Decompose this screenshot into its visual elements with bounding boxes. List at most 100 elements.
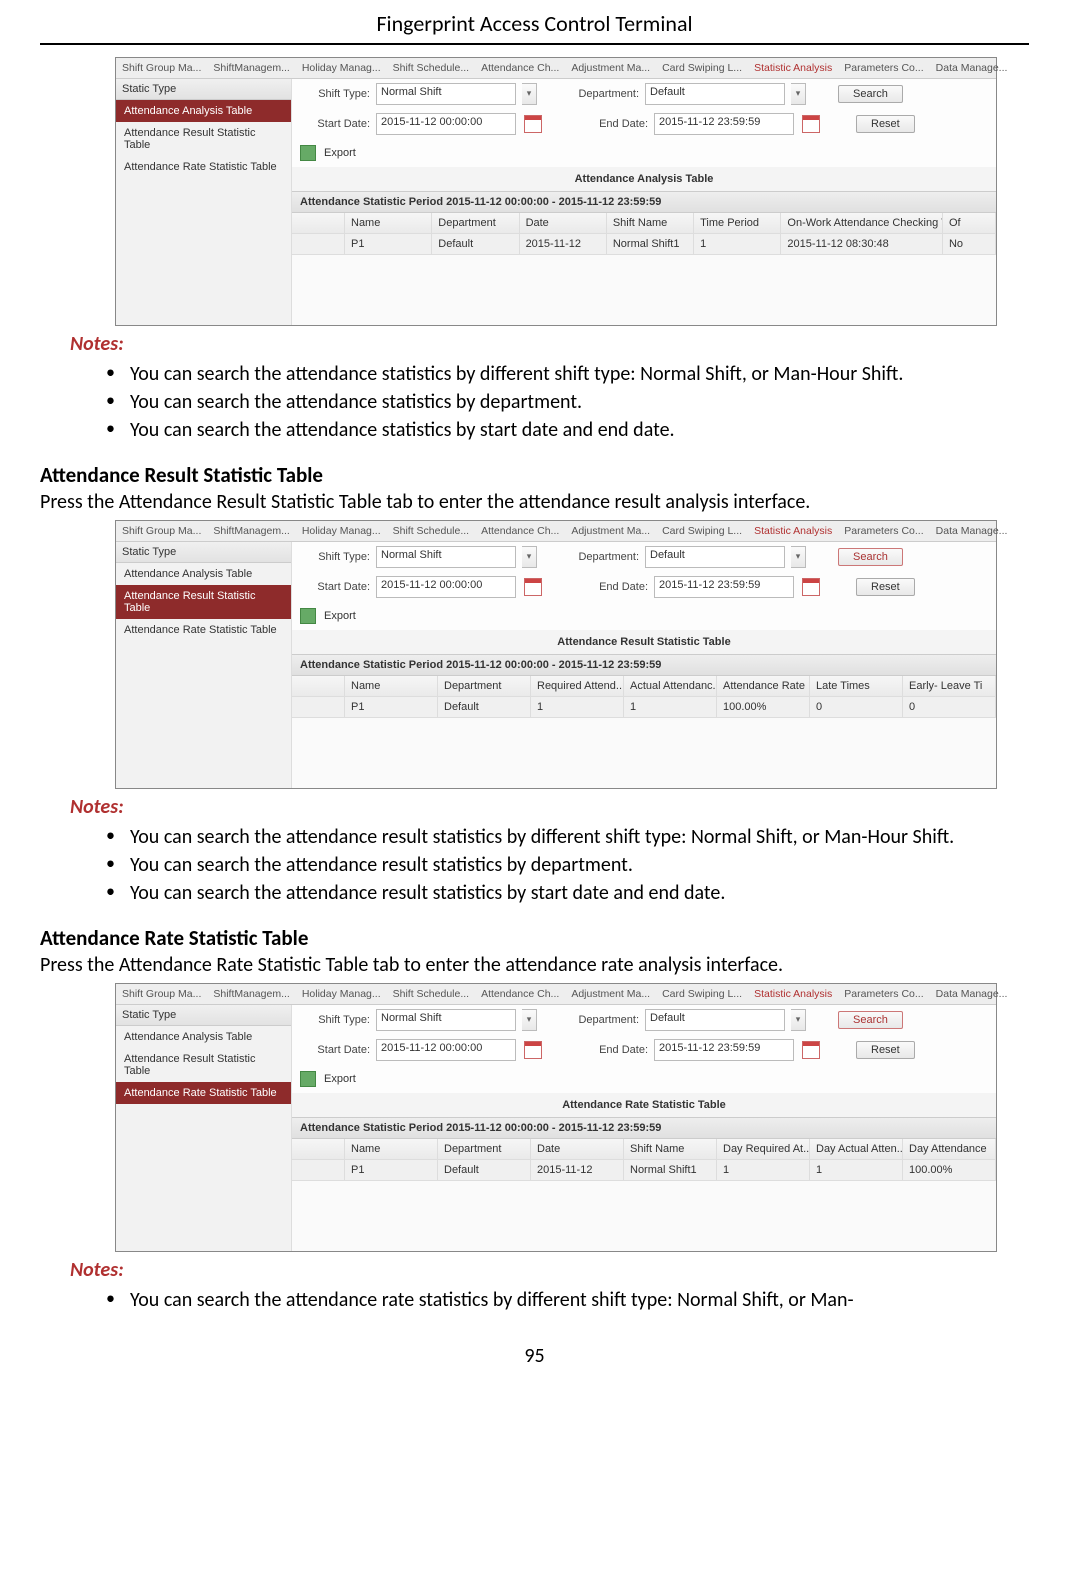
end-date-input[interactable]: 2015-11-12 23:59:59 (654, 1039, 794, 1061)
department-select[interactable]: Default (645, 546, 785, 568)
col-department: Department (438, 1139, 531, 1159)
department-select[interactable]: Default (645, 1009, 785, 1031)
export-button[interactable]: Export (320, 608, 360, 624)
end-date-input[interactable]: 2015-11-12 23:59:59 (654, 576, 794, 598)
tab-attendance-ch[interactable]: Attendance Ch... (475, 984, 565, 1004)
tab-shift-management[interactable]: ShiftManagem... (207, 984, 295, 1004)
tab-attendance-ch[interactable]: Attendance Ch... (475, 521, 565, 541)
tab-shift-schedule[interactable]: Shift Schedule... (387, 521, 475, 541)
tab-holiday[interactable]: Holiday Manag... (296, 521, 387, 541)
tab-card-swiping[interactable]: Card Swiping L... (656, 58, 748, 78)
tab-data-manage[interactable]: Data Manage... (930, 521, 1014, 541)
search-button[interactable]: Search (838, 1011, 903, 1029)
sidebar-item-rate[interactable]: Attendance Rate Statistic Table (116, 156, 291, 178)
sidebar-item-analysis[interactable]: Attendance Analysis Table (116, 1026, 291, 1048)
tab-data-manage[interactable]: Data Manage... (930, 58, 1014, 78)
chevron-down-icon[interactable]: ▾ (791, 1009, 806, 1031)
tab-shift-schedule[interactable]: Shift Schedule... (387, 58, 475, 78)
calendar-icon[interactable] (524, 578, 542, 596)
cell-name: P1 (345, 697, 438, 717)
screenshot-attendance-rate: Shift Group Ma... ShiftManagem... Holida… (115, 983, 997, 1252)
tab-card-swiping[interactable]: Card Swiping L... (656, 984, 748, 1004)
calendar-icon[interactable] (524, 1041, 542, 1059)
notes-list: You can search the attendance statistics… (100, 360, 989, 444)
department-select[interactable]: Default (645, 83, 785, 105)
tab-shift-group[interactable]: Shift Group Ma... (116, 521, 207, 541)
tab-parameters[interactable]: Parameters Co... (838, 984, 929, 1004)
tab-shift-group[interactable]: Shift Group Ma... (116, 984, 207, 1004)
tab-statistic-analysis[interactable]: Statistic Analysis (748, 984, 838, 1004)
search-button[interactable]: Search (838, 85, 903, 103)
shift-type-select[interactable]: Normal Shift (376, 1009, 516, 1031)
tab-holiday[interactable]: Holiday Manag... (296, 58, 387, 78)
end-date-input[interactable]: 2015-11-12 23:59:59 (654, 113, 794, 135)
end-date-label: End Date: (578, 581, 648, 593)
calendar-icon[interactable] (802, 1041, 820, 1059)
cell-department: Default (438, 697, 531, 717)
reset-button[interactable]: Reset (856, 578, 915, 596)
search-button[interactable]: Search (838, 548, 903, 566)
reset-button[interactable]: Reset (856, 115, 915, 133)
tab-shift-management[interactable]: ShiftManagem... (207, 58, 295, 78)
col-shift-name: Shift Name (624, 1139, 717, 1159)
section-heading: Attendance Result Statistic Table (40, 462, 1029, 488)
chevron-down-icon[interactable]: ▾ (522, 546, 537, 568)
calendar-icon[interactable] (802, 115, 820, 133)
reset-button[interactable]: Reset (856, 1041, 915, 1059)
start-date-input[interactable]: 2015-11-12 00:00:00 (376, 1039, 516, 1061)
cell-shift-name: Normal Shift1 (624, 1160, 717, 1180)
tab-card-swiping[interactable]: Card Swiping L... (656, 521, 748, 541)
tab-adjustment[interactable]: Adjustment Ma... (565, 984, 656, 1004)
col-department: Department (438, 676, 531, 696)
tab-bar: Shift Group Ma... ShiftManagem... Holida… (116, 984, 996, 1005)
tab-parameters[interactable]: Parameters Co... (838, 521, 929, 541)
tab-statistic-analysis[interactable]: Statistic Analysis (748, 521, 838, 541)
tab-adjustment[interactable]: Adjustment Ma... (565, 58, 656, 78)
table-row[interactable]: P1 Default 2015-11-12 Normal Shift1 1 1 … (292, 1160, 996, 1181)
sidebar-item-result[interactable]: Attendance Result Statistic Table (116, 585, 291, 619)
table-row[interactable]: P1 Default 1 1 100.00% 0 0 (292, 697, 996, 718)
table-row[interactable]: P1 Default 2015-11-12 Normal Shift1 1 20… (292, 234, 996, 255)
table-header-row: Name Department Required Attend... Actua… (292, 676, 996, 697)
col-rate: Attendance Rate (717, 676, 810, 696)
calendar-icon[interactable] (524, 115, 542, 133)
tab-statistic-analysis[interactable]: Statistic Analysis (748, 58, 838, 78)
tab-shift-group[interactable]: Shift Group Ma... (116, 58, 207, 78)
chevron-down-icon[interactable]: ▾ (791, 546, 806, 568)
start-date-input[interactable]: 2015-11-12 00:00:00 (376, 113, 516, 135)
start-date-input[interactable]: 2015-11-12 00:00:00 (376, 576, 516, 598)
sidebar: Static Type Attendance Analysis Table At… (116, 1005, 292, 1251)
sidebar-item-rate[interactable]: Attendance Rate Statistic Table (116, 1082, 291, 1104)
tab-attendance-ch[interactable]: Attendance Ch... (475, 58, 565, 78)
tab-shift-management[interactable]: ShiftManagem... (207, 521, 295, 541)
tab-shift-schedule[interactable]: Shift Schedule... (387, 984, 475, 1004)
tab-adjustment[interactable]: Adjustment Ma... (565, 521, 656, 541)
calendar-icon[interactable] (802, 578, 820, 596)
sidebar-item-analysis[interactable]: Attendance Analysis Table (116, 563, 291, 585)
shift-type-select[interactable]: Normal Shift (376, 546, 516, 568)
col-name: Name (345, 213, 432, 233)
tab-bar: Shift Group Ma... ShiftManagem... Holida… (116, 58, 996, 79)
export-icon (300, 608, 316, 624)
chevron-down-icon[interactable]: ▾ (791, 83, 806, 105)
col-date: Date (531, 1139, 624, 1159)
tab-data-manage[interactable]: Data Manage... (930, 984, 1014, 1004)
export-button[interactable]: Export (320, 145, 360, 161)
col-day-required: Day Required At... (717, 1139, 810, 1159)
cell-day-attendance: 100.00% (903, 1160, 996, 1180)
chevron-down-icon[interactable]: ▾ (522, 83, 537, 105)
tab-parameters[interactable]: Parameters Co... (838, 58, 929, 78)
notes-heading: Notes: (70, 795, 1029, 819)
sidebar-item-result[interactable]: Attendance Result Statistic Table (116, 1048, 291, 1082)
notes-list: You can search the attendance result sta… (100, 823, 989, 907)
sidebar-item-result[interactable]: Attendance Result Statistic Table (116, 122, 291, 156)
shift-type-label: Shift Type: (300, 1014, 370, 1026)
export-button[interactable]: Export (320, 1071, 360, 1087)
chevron-down-icon[interactable]: ▾ (522, 1009, 537, 1031)
sidebar-item-analysis[interactable]: Attendance Analysis Table (116, 100, 291, 122)
tab-holiday[interactable]: Holiday Manag... (296, 984, 387, 1004)
period-header: Attendance Statistic Period 2015-11-12 0… (292, 1117, 996, 1139)
sidebar-item-rate[interactable]: Attendance Rate Statistic Table (116, 619, 291, 641)
shift-type-select[interactable]: Normal Shift (376, 83, 516, 105)
department-label: Department: (569, 551, 639, 563)
